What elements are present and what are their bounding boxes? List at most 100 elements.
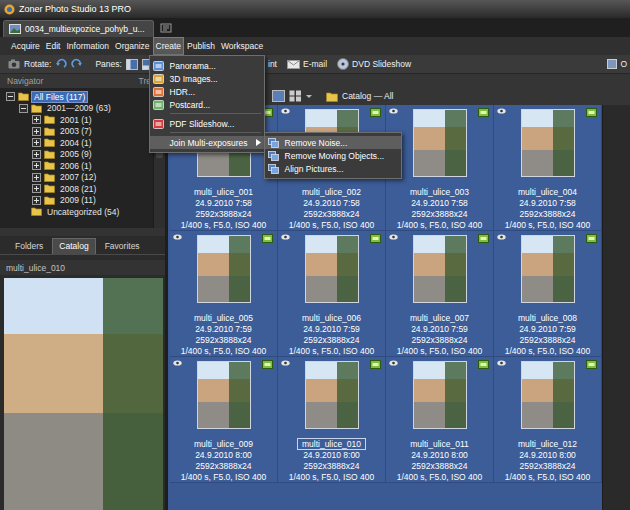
tree-item[interactable]: 2004 (1) xyxy=(0,137,153,149)
tree-item[interactable]: 2009 (11) xyxy=(0,195,153,207)
catalog-path[interactable]: Catalog — All xyxy=(342,90,394,102)
preview-photo xyxy=(4,278,163,510)
document-tab[interactable]: 0034_multiexpozice_pohyb_u... xyxy=(3,20,154,37)
menu-item[interactable]: Information xyxy=(63,37,112,55)
expand-toggle-icon[interactable] xyxy=(19,104,28,113)
pane-icon[interactable] xyxy=(126,59,138,70)
join-multi-exposures-submenu: Remove Noise...Remove Moving Objects...A… xyxy=(264,132,402,179)
command-icon xyxy=(153,74,164,84)
file-name: multi_ulice_006 xyxy=(298,313,365,323)
tool-icon xyxy=(607,59,617,69)
new-tab-icon[interactable] xyxy=(160,22,172,34)
thumbnail-tile[interactable]: multi_ulice_01024.9.2010 8:002592x3888x2… xyxy=(278,357,386,483)
file-date: 24.9.2010 7:59 xyxy=(170,324,277,335)
menu-item[interactable]: CreatePanorama...3D Images...HDR...Postc… xyxy=(153,37,185,55)
command-icon xyxy=(153,87,164,97)
thumbnail-photo xyxy=(197,361,251,429)
submenu-entry[interactable]: Remove Moving Objects... xyxy=(265,149,401,162)
thumbnail-tile[interactable]: multi_ulice_00324.9.2010 7:582592x3888x2… xyxy=(386,105,494,231)
grid-scrollbar[interactable] xyxy=(602,105,630,510)
file-exposure: 1/400 s, F5.0, ISO 400 xyxy=(278,472,385,483)
panel-tab[interactable]: Favorites xyxy=(98,238,147,254)
file-dimensions: 2592x3888x24 xyxy=(494,335,601,346)
menu-item[interactable]: Workspace xyxy=(218,37,266,55)
menu-item[interactable]: Publish xyxy=(184,37,218,55)
thumbnail-tile[interactable]: multi_ulice_01124.9.2010 8:002592x3888x2… xyxy=(386,357,494,483)
toolbar-button[interactable]: E-mail xyxy=(287,59,327,69)
edited-badge-icon xyxy=(262,360,273,369)
thumbnail-tile[interactable]: multi_ulice_00524.9.2010 7:592592x3888x2… xyxy=(170,231,278,357)
panel-tab[interactable]: Catalog xyxy=(52,238,95,254)
edited-badge-icon xyxy=(586,360,597,369)
expand-toggle-icon[interactable] xyxy=(32,184,41,193)
tree-item[interactable]: 2001—2009 (63) xyxy=(0,103,153,115)
menu-entry[interactable]: Join Multi-exposuresRemove Noise...Remov… xyxy=(150,136,264,149)
tree-item[interactable]: 2008 (21) xyxy=(0,183,153,195)
menu-separator xyxy=(170,113,261,114)
thumbnail-photo xyxy=(521,361,575,429)
menu-item[interactable]: Acquire xyxy=(8,37,43,55)
menu-entry[interactable]: 3D Images... xyxy=(150,72,264,85)
grid-view-icon[interactable] xyxy=(289,90,302,102)
submenu-entry[interactable]: Remove Noise... xyxy=(265,136,401,149)
panel-tab[interactable]: Folders xyxy=(8,238,50,254)
folder-tree: All Files (117)2001—2009 (63)2001 (1)200… xyxy=(0,88,153,228)
file-exposure: 1/400 s, F5.0, ISO 400 xyxy=(494,346,601,357)
eye-icon xyxy=(281,360,290,366)
expand-toggle-icon[interactable] xyxy=(32,150,41,159)
rotate-left-icon[interactable] xyxy=(55,58,67,70)
tree-item[interactable]: All Files (117) xyxy=(0,91,153,103)
expand-toggle-icon[interactable] xyxy=(6,92,15,101)
tree-item[interactable]: 2001 (1) xyxy=(0,114,153,126)
menu-entry[interactable]: Postcard... xyxy=(150,98,264,111)
file-date: 24.9.2010 8:00 xyxy=(386,450,493,461)
camera-icon[interactable] xyxy=(8,59,20,69)
expand-toggle-icon[interactable] xyxy=(32,161,41,170)
thumbnail-tile[interactable]: multi_ulice_00624.9.2010 7:592592x3888x2… xyxy=(278,231,386,357)
eye-icon xyxy=(173,360,182,366)
thumbnail-tile[interactable]: multi_ulice_00424.9.2010 7:582592x3888x2… xyxy=(494,105,602,231)
menu-item[interactable]: Edit xyxy=(43,37,64,55)
toolbar-button[interactable]: DVD Slideshow xyxy=(337,58,411,70)
thumbnail-photo xyxy=(305,361,359,429)
file-date: 24.9.2010 7:59 xyxy=(386,324,493,335)
tree-item[interactable]: 2003 (7) xyxy=(0,126,153,138)
menu-entry[interactable]: HDR... xyxy=(150,85,264,98)
expand-toggle-icon[interactable] xyxy=(32,196,41,205)
thumbnail-tile[interactable]: multi_ulice_00924.9.2010 8:002592x3888x2… xyxy=(170,357,278,483)
create-menu: Panorama...3D Images...HDR...Postcard...… xyxy=(149,55,265,153)
expand-toggle-icon[interactable] xyxy=(32,173,41,182)
submenu-entry[interactable]: Align Pictures... xyxy=(265,162,401,175)
thumbnail-photo xyxy=(521,235,575,303)
window-title: Zoner Photo Studio 13 PRO xyxy=(19,4,131,14)
folder-icon xyxy=(326,92,338,102)
rotate-right-icon[interactable] xyxy=(71,58,83,70)
tree-item[interactable]: 2006 (1) xyxy=(0,160,153,172)
file-name: multi_ulice_001 xyxy=(190,187,257,197)
expand-toggle-icon[interactable] xyxy=(32,115,41,124)
view-icon[interactable] xyxy=(272,90,285,102)
edited-badge-icon xyxy=(586,108,597,117)
file-exposure: 1/400 s, F5.0, ISO 400 xyxy=(170,472,277,483)
file-exposure: 1/400 s, F5.0, ISO 400 xyxy=(386,220,493,231)
tree-item[interactable]: 2007 (12) xyxy=(0,172,153,184)
toolbar-button[interactable]: int xyxy=(268,59,277,69)
expand-toggle-icon[interactable] xyxy=(32,138,41,147)
rotate-label: Rotate: xyxy=(24,59,51,69)
folder-icon xyxy=(44,127,55,136)
folder-icon xyxy=(44,115,55,124)
expand-toggle-icon[interactable] xyxy=(32,127,41,136)
thumbnail-photo xyxy=(521,109,575,177)
thumbnail-tile[interactable]: multi_ulice_00724.9.2010 7:592592x3888x2… xyxy=(386,231,494,357)
menu-item[interactable]: Organize xyxy=(112,37,153,55)
dropdown-arrow-icon[interactable] xyxy=(306,90,312,102)
thumbnail-tile[interactable]: multi_ulice_00824.9.2010 7:592592x3888x2… xyxy=(494,231,602,357)
toolbar-button[interactable]: O xyxy=(607,59,630,69)
multi-exposure-icon xyxy=(268,164,279,174)
tab-bar: 0034_multiexpozice_pohyb_u... xyxy=(0,18,630,37)
tree-item[interactable]: Uncategorized (54) xyxy=(0,206,153,218)
menu-entry[interactable]: PDF Slideshow... xyxy=(150,117,264,130)
menu-entry[interactable]: Panorama... xyxy=(150,59,264,72)
thumbnail-tile[interactable]: multi_ulice_01224.9.2010 8:002592x3888x2… xyxy=(494,357,602,483)
tree-item[interactable]: 2005 (9) xyxy=(0,149,153,161)
